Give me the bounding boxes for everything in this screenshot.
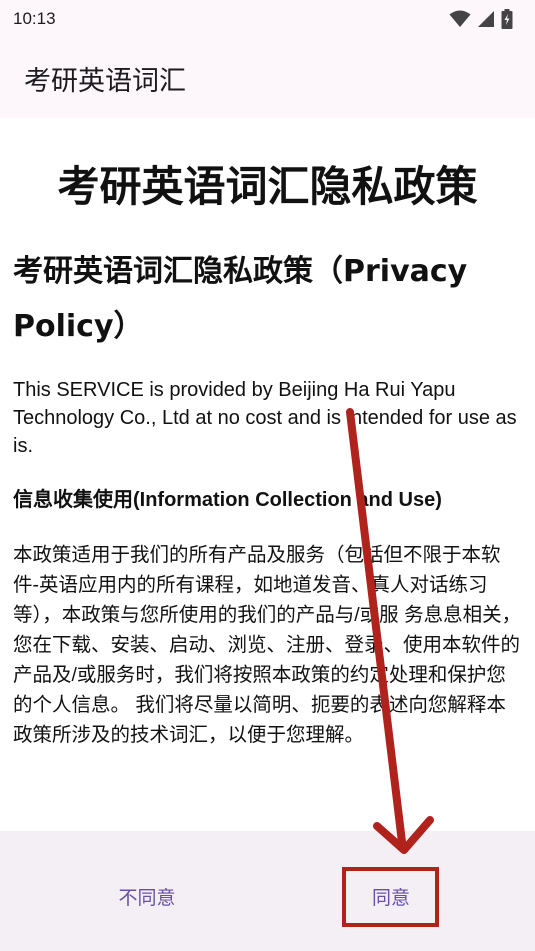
policy-paragraph: 本政策适用于我们的所有产品及服务（包括但不限于本软件-英语应用内的所有课程，如地… bbox=[13, 544, 522, 746]
app-bar: 考研英语词汇 bbox=[0, 38, 535, 118]
screen: 10:13 考研英语词汇 考研英语词汇隐私政策 考研英语词汇隐私政策（Priva… bbox=[0, 0, 535, 951]
status-icons bbox=[449, 9, 513, 29]
battery-icon bbox=[501, 9, 513, 29]
wifi-icon bbox=[449, 10, 471, 28]
signal-icon bbox=[477, 10, 495, 28]
privacy-policy-content[interactable]: 考研英语词汇隐私政策 考研英语词汇隐私政策（Privacy Policy） Th… bbox=[0, 118, 535, 831]
bottom-action-bar: 不同意 同意 bbox=[0, 831, 535, 951]
app-title: 考研英语词汇 bbox=[24, 65, 186, 97]
intro-paragraph: This SERVICE is provided by Beijing Ha R… bbox=[13, 379, 517, 457]
status-time: 10:13 bbox=[13, 9, 56, 28]
section-title: 考研英语词汇隐私政策（Privacy Policy） bbox=[13, 254, 468, 344]
status-bar: 10:13 bbox=[0, 0, 535, 38]
disagree-button[interactable]: 不同意 bbox=[95, 876, 199, 916]
agree-button[interactable]: 同意 bbox=[343, 876, 439, 916]
page-heading: 考研英语词汇隐私政策 bbox=[57, 162, 478, 211]
information-collection-title: 信息收集使用(Information Collection and Use) bbox=[13, 489, 442, 511]
